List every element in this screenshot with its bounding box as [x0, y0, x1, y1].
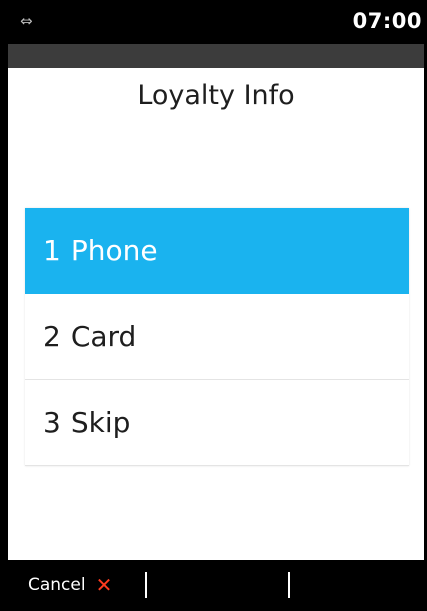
- status-bar: ⇔ 07:00: [8, 0, 424, 44]
- connection-icon: ⇔: [20, 12, 33, 30]
- status-clock: 07:00: [352, 9, 422, 33]
- menu-item-phone[interactable]: 1 Phone: [25, 208, 409, 294]
- close-icon: ✕: [95, 573, 113, 597]
- menu-item-number: 1: [43, 234, 61, 267]
- menu-item-label: Phone: [70, 234, 158, 267]
- menu-item-number: 2: [43, 320, 61, 353]
- menu-item-number: 3: [43, 406, 61, 439]
- page-title: Loyalty Info: [137, 80, 295, 111]
- softkey-divider: [288, 572, 290, 598]
- device-frame-left: [0, 0, 8, 611]
- menu-item-label: Skip: [70, 406, 131, 439]
- softkey-right[interactable]: [293, 566, 423, 606]
- menu-item-skip[interactable]: 3 Skip: [25, 380, 409, 466]
- bottom-action-bar: Cancel ✕: [8, 560, 424, 611]
- header-strip: [8, 44, 424, 68]
- cancel-label: Cancel: [28, 575, 86, 595]
- softkey-middle[interactable]: [150, 566, 286, 606]
- loyalty-menu: 1 Phone 2 Card 3 Skip: [25, 208, 409, 466]
- menu-item-card[interactable]: 2 Card: [25, 294, 409, 380]
- softkey-divider: [145, 572, 147, 598]
- payment-terminal-screen: ⇔ 07:00 Loyalty Info 1 Phone 2 Card 3 Sk…: [0, 0, 427, 611]
- menu-item-label: Card: [70, 320, 137, 353]
- cancel-button[interactable]: Cancel ✕: [28, 572, 112, 598]
